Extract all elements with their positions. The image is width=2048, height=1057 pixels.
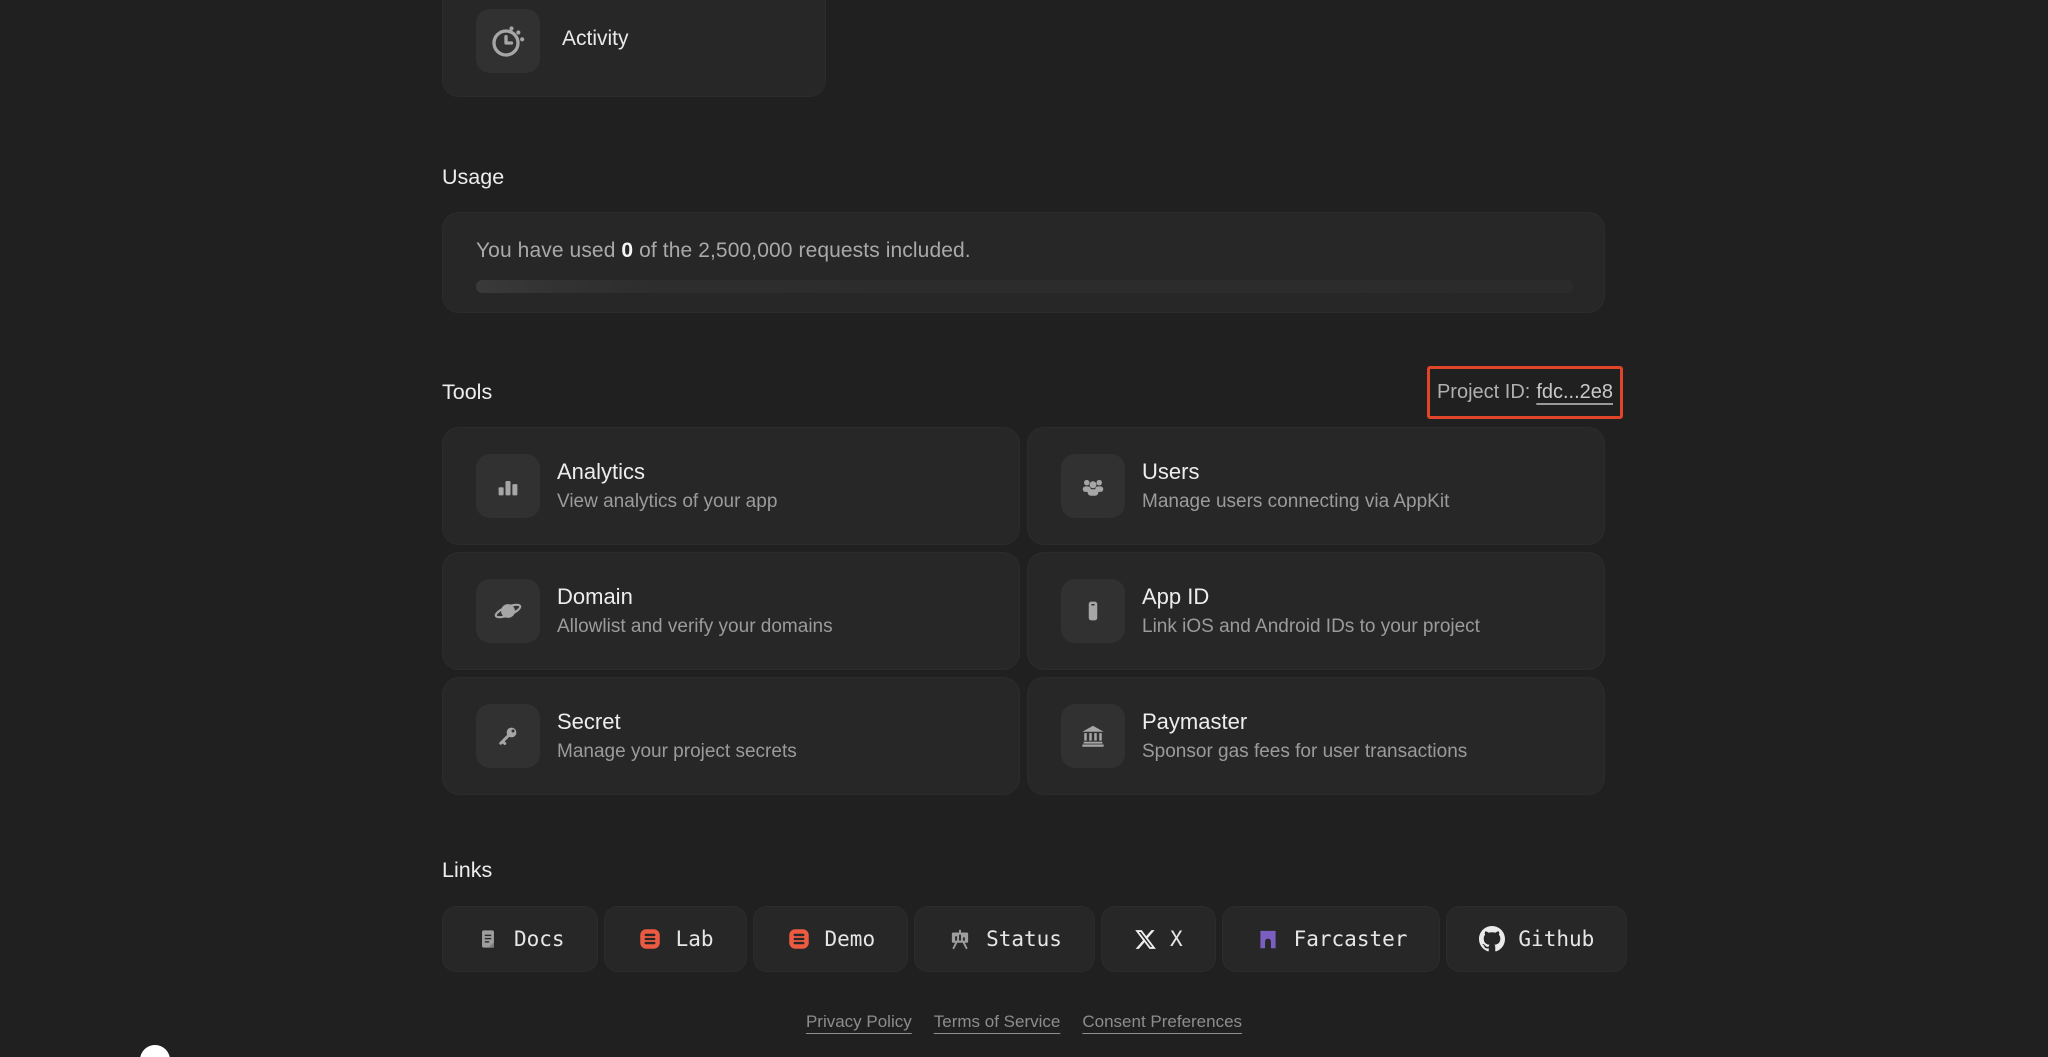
chat-widget-button[interactable] xyxy=(140,1045,170,1057)
project-id-label: Project ID: xyxy=(1436,381,1531,403)
usage-text: You have used 0 of the 2,500,000 request… xyxy=(476,239,1571,263)
tool-card-analytics[interactable]: Analytics View analytics of your app xyxy=(442,427,1020,545)
tool-description: Allowlist and verify your domains xyxy=(557,616,833,637)
tool-title: Paymaster xyxy=(1142,709,1248,734)
link-button-docs[interactable]: Docs xyxy=(442,906,598,972)
link-button-demo[interactable]: Demo xyxy=(752,906,909,972)
tool-card-users[interactable]: Users Manage users connecting via AppKit xyxy=(1027,427,1605,545)
secret-icon-tile xyxy=(476,704,540,768)
key-icon xyxy=(499,727,517,745)
app-id-icon-tile xyxy=(1061,579,1125,643)
dashboard-page: Activity Usage You have used 0 of the 2,… xyxy=(0,0,2048,1057)
tools-grid: Analytics View analytics of your app Use… xyxy=(442,427,1605,795)
link-label: Lab xyxy=(675,927,714,951)
demo-icon xyxy=(788,929,809,949)
users-icon xyxy=(1082,479,1104,496)
tool-card-domain[interactable]: Domain Allowlist and verify your domains xyxy=(442,552,1020,670)
usage-heading: Usage xyxy=(442,165,505,189)
tool-description: Sponsor gas fees for user transactions xyxy=(1142,741,1468,762)
tool-title: Secret xyxy=(557,709,621,734)
bar-chart-icon xyxy=(498,481,518,496)
content-column: Activity Usage You have used 0 of the 2,… xyxy=(442,0,1628,1057)
analytics-icon-tile xyxy=(476,454,540,518)
tools-heading: Tools xyxy=(442,380,493,404)
usage-card: You have used 0 of the 2,500,000 request… xyxy=(442,212,1605,313)
activity-icon-tile xyxy=(476,9,540,73)
tool-description: Manage your project secrets xyxy=(557,741,797,762)
link-label: Docs xyxy=(514,927,565,951)
x-logo-icon xyxy=(1135,929,1156,949)
links-heading: Links xyxy=(442,858,493,882)
tool-title: Analytics xyxy=(557,459,646,484)
tool-card-app-id[interactable]: App ID Link iOS and Android IDs to your … xyxy=(1027,552,1605,670)
link-label: Status xyxy=(986,927,1062,951)
tool-description: Manage users connecting via AppKit xyxy=(1142,491,1450,512)
usage-progress-bar xyxy=(476,280,1573,293)
link-label: Github xyxy=(1518,927,1595,951)
usage-text-suffix: of the 2,500,000 requests included. xyxy=(633,239,971,262)
activity-card[interactable]: Activity xyxy=(442,0,826,97)
paymaster-icon-tile xyxy=(1061,704,1125,768)
users-icon-tile xyxy=(1061,454,1125,518)
timer-icon xyxy=(492,26,525,57)
farcaster-icon xyxy=(1260,930,1276,949)
project-id-value[interactable]: fdc...2e8 xyxy=(1536,381,1613,404)
activity-label: Activity xyxy=(562,27,629,50)
mobile-icon xyxy=(1088,601,1098,621)
link-button-farcaster[interactable]: Farcaster xyxy=(1221,906,1441,972)
tool-description: Link iOS and Android IDs to your project xyxy=(1142,616,1480,637)
footer-link-consent-preferences[interactable]: Consent Preferences xyxy=(1082,1012,1242,1032)
tool-title: App ID xyxy=(1142,584,1210,609)
status-board-icon xyxy=(951,929,969,950)
link-label: Farcaster xyxy=(1293,927,1408,951)
github-icon xyxy=(1479,926,1506,952)
link-button-x[interactable]: X xyxy=(1100,906,1216,972)
link-button-lab[interactable]: Lab xyxy=(603,906,747,972)
footer-link-privacy-policy[interactable]: Privacy Policy xyxy=(806,1012,912,1032)
tool-description: View analytics of your app xyxy=(557,491,778,512)
document-icon xyxy=(482,930,494,948)
lab-icon xyxy=(639,929,660,949)
footer-link-terms-of-service[interactable]: Terms of Service xyxy=(934,1012,1061,1032)
link-label: X xyxy=(1169,927,1183,951)
project-id-box[interactable]: Project ID: fdc...2e8 xyxy=(1427,366,1623,419)
domain-icon-tile xyxy=(476,579,540,643)
usage-used-value: 0 xyxy=(621,239,634,262)
link-button-github[interactable]: Github xyxy=(1446,906,1628,972)
tool-card-paymaster[interactable]: Paymaster Sponsor gas fees for user tran… xyxy=(1027,677,1605,795)
planet-icon xyxy=(494,603,522,619)
tool-title: Domain xyxy=(557,584,633,609)
tool-card-secret[interactable]: Secret Manage your project secrets xyxy=(442,677,1020,795)
link-label: Demo xyxy=(824,927,876,951)
links-row: Docs Lab Demo Status X Farcaster Github xyxy=(442,906,1628,972)
tool-title: Users xyxy=(1142,459,1200,484)
footer: Privacy Policy Terms of Service Consent … xyxy=(0,1012,2048,1032)
bank-icon xyxy=(1082,725,1104,747)
link-button-status[interactable]: Status xyxy=(914,906,1095,972)
usage-text-prefix: You have used xyxy=(476,239,622,262)
